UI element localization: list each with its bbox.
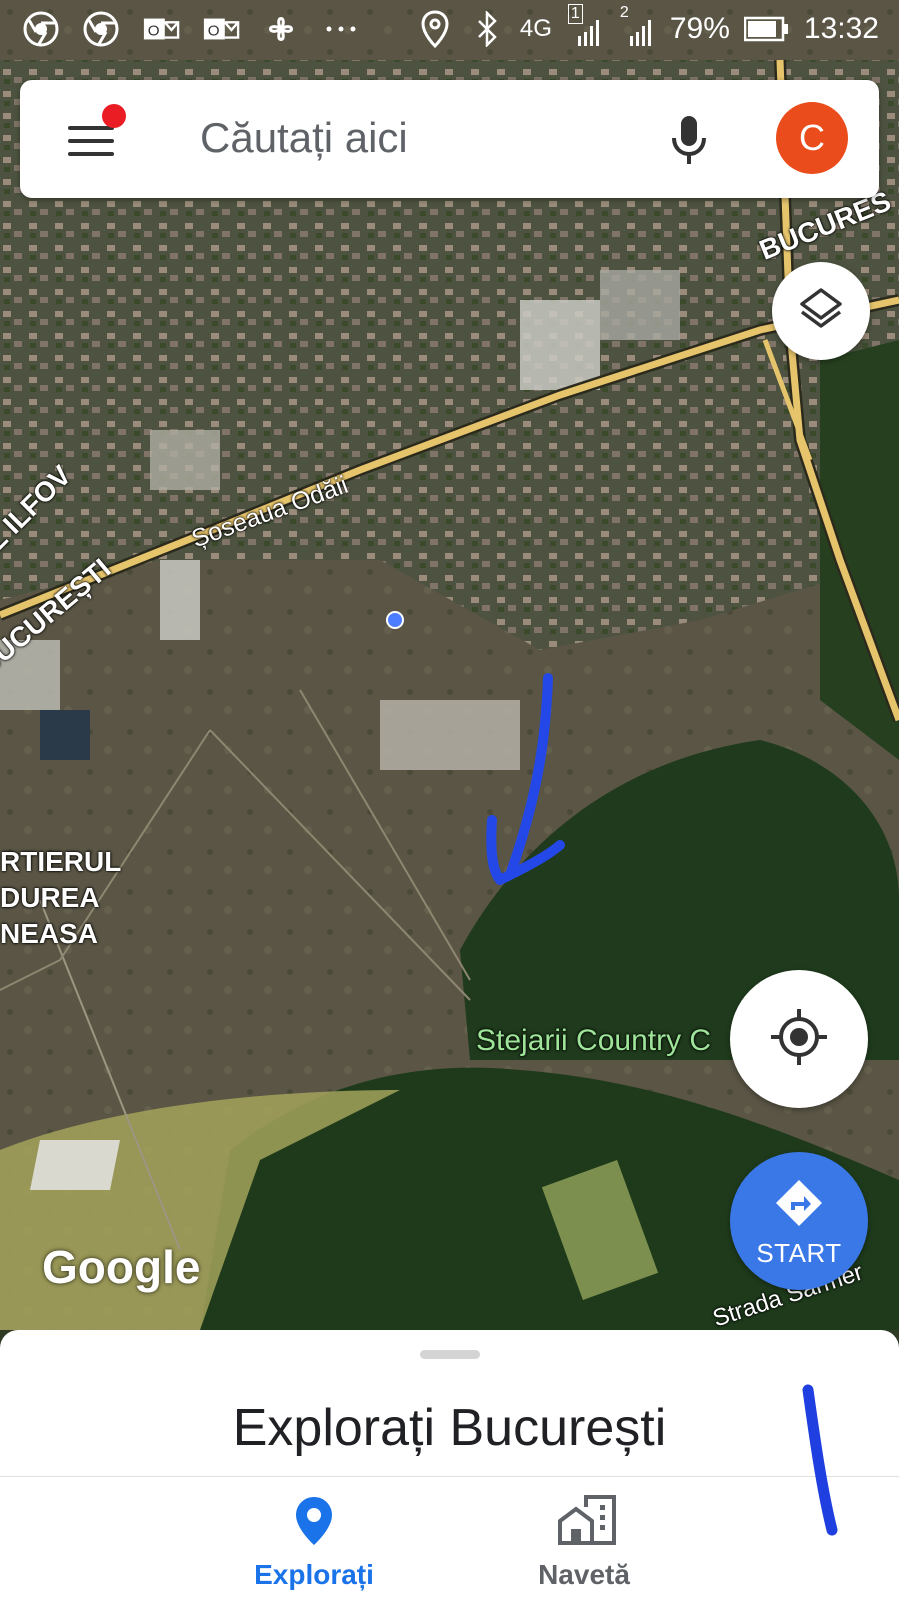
my-location-button[interactable]: [730, 970, 868, 1108]
notification-dot: [102, 104, 126, 128]
start-directions-button[interactable]: START: [730, 1152, 868, 1290]
tab-explore-label: Explorați: [254, 1559, 374, 1590]
map-label-cartier-3: NEASA: [0, 918, 99, 949]
battery-percent: 79%: [669, 12, 730, 45]
start-label: START: [756, 1238, 842, 1268]
microphone-icon[interactable]: [666, 112, 712, 168]
tab-commute[interactable]: Navetă: [484, 1477, 684, 1600]
map-imagery: [0, 0, 899, 1330]
battery-icon: [743, 10, 790, 48]
bottom-navigation: Explorați Navetă: [0, 1476, 899, 1600]
satellite-map[interactable]: Șoseaua Odăii UL ILFOV BUCUREȘTI BUCURES…: [0, 0, 899, 1330]
svg-text:O: O: [148, 23, 160, 40]
explore-pin-icon: [286, 1493, 342, 1549]
clock: 13:32: [803, 12, 879, 45]
tab-explore[interactable]: Explorați: [214, 1477, 414, 1600]
location-icon: [416, 10, 454, 48]
sheet-title: Explorați București: [232, 1399, 667, 1457]
svg-text:O: O: [208, 23, 220, 40]
layers-icon: [796, 284, 846, 339]
search-input[interactable]: Căutați aici: [200, 114, 408, 162]
sheet-drag-handle[interactable]: [420, 1350, 480, 1359]
map-label-cartier-2: DUREA: [0, 882, 100, 913]
sim1-label: 1: [567, 4, 583, 24]
directions-icon: [774, 1178, 824, 1233]
chrome-icon: [22, 10, 60, 48]
avatar[interactable]: C: [776, 102, 848, 174]
signal-icon-2: 2: [618, 4, 656, 48]
outlook-icon: O: [202, 10, 240, 48]
search-bar[interactable]: Căutați aici C: [20, 80, 879, 198]
tab-commute-label: Navetă: [538, 1559, 630, 1590]
status-bar: O O 4G 1 2 79% 13:32: [0, 0, 899, 62]
chrome-icon: [82, 10, 120, 48]
map-label-stejarii[interactable]: Stejarii Country C: [476, 1024, 711, 1058]
explore-sheet[interactable]: Explorați București: [0, 1330, 899, 1480]
more-dots-icon: [322, 10, 360, 48]
network-type: 4G: [519, 15, 552, 42]
signal-icon: 1: [566, 4, 604, 48]
sim2-label: 2: [619, 4, 629, 21]
map-label-cartier-1: RTIERUL: [0, 846, 122, 877]
layers-button[interactable]: [772, 262, 870, 360]
crosshair-icon: [769, 1007, 829, 1072]
pinwheel-icon: [262, 10, 300, 48]
commute-buildings-icon: [556, 1493, 616, 1549]
bluetooth-icon: [468, 10, 506, 48]
outlook-icon: O: [142, 10, 180, 48]
google-logo: Google: [42, 1241, 201, 1293]
